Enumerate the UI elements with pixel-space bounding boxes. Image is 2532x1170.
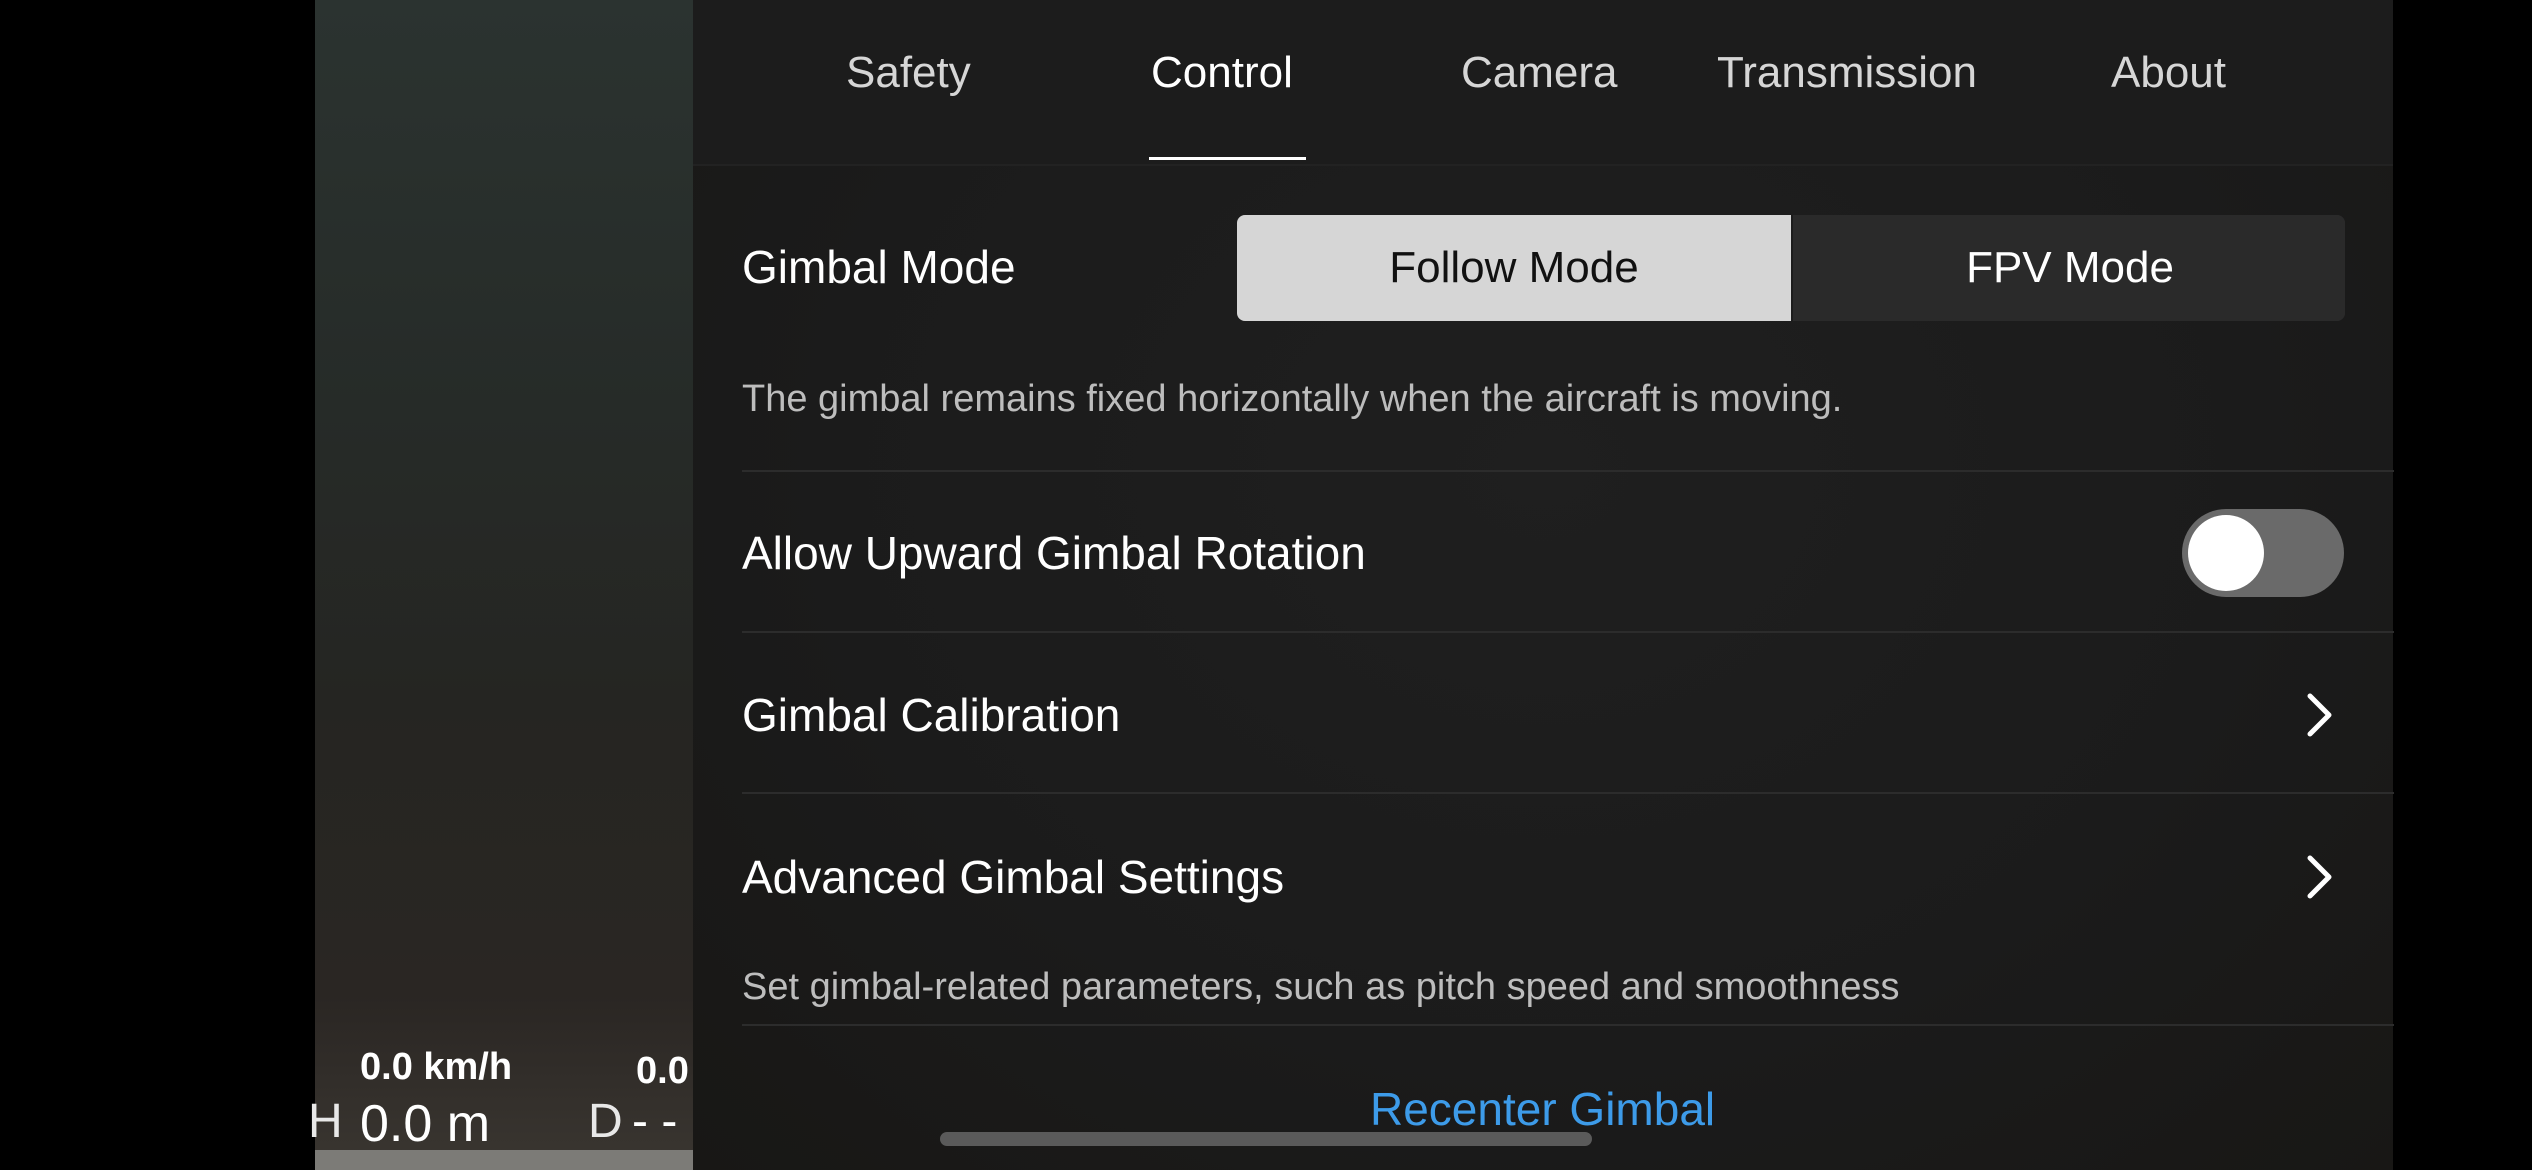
fpv-mode-button[interactable]: FPV Mode: [1791, 215, 2345, 321]
gimbal-mode-segmented-control: Follow Mode FPV Mode: [1237, 215, 2345, 321]
camera-feed: [315, 0, 693, 1170]
divider: [742, 470, 2394, 472]
advanced-gimbal-settings-label[interactable]: Advanced Gimbal Settings: [742, 850, 1284, 904]
tab-control[interactable]: Control: [1151, 48, 1293, 98]
distance-value: - -: [632, 1095, 678, 1148]
gimbal-calibration-label[interactable]: Gimbal Calibration: [742, 688, 1120, 742]
gimbal-mode-label: Gimbal Mode: [742, 241, 1016, 293]
chevron-right-icon[interactable]: [2300, 690, 2340, 740]
home-indicator[interactable]: [940, 1132, 1592, 1146]
upward-rotation-toggle[interactable]: [2182, 509, 2344, 597]
recenter-gimbal-button[interactable]: Recenter Gimbal: [1370, 1082, 1715, 1136]
active-tab-indicator: [1149, 157, 1306, 160]
horizontal-speed: 0.0 km/h: [360, 1046, 513, 1088]
gimbal-mode-description: The gimbal remains fixed horizontally wh…: [742, 378, 1843, 420]
divider: [742, 792, 2394, 794]
tab-transmission[interactable]: Transmission: [1717, 48, 1977, 98]
divider: [742, 631, 2394, 633]
screen: 0.0 km/h 0.0 H 0.0 m D - - Safety Contro…: [0, 0, 2532, 1170]
upward-rotation-label: Allow Upward Gimbal Rotation: [742, 527, 1366, 579]
tab-about[interactable]: About: [2111, 48, 2226, 98]
distance-label: D: [588, 1095, 623, 1148]
divider: [742, 1024, 2394, 1026]
toggle-knob: [2188, 515, 2264, 591]
vertical-speed: 0.0: [636, 1050, 689, 1092]
chevron-right-icon[interactable]: [2300, 852, 2340, 902]
advanced-gimbal-settings-description: Set gimbal-related parameters, such as p…: [742, 966, 1900, 1008]
tab-safety[interactable]: Safety: [846, 48, 971, 98]
height-label: H: [308, 1095, 343, 1148]
follow-mode-button[interactable]: Follow Mode: [1237, 215, 1791, 321]
tab-camera[interactable]: Camera: [1461, 48, 1618, 98]
height-value: 0.0 m: [360, 1095, 491, 1153]
